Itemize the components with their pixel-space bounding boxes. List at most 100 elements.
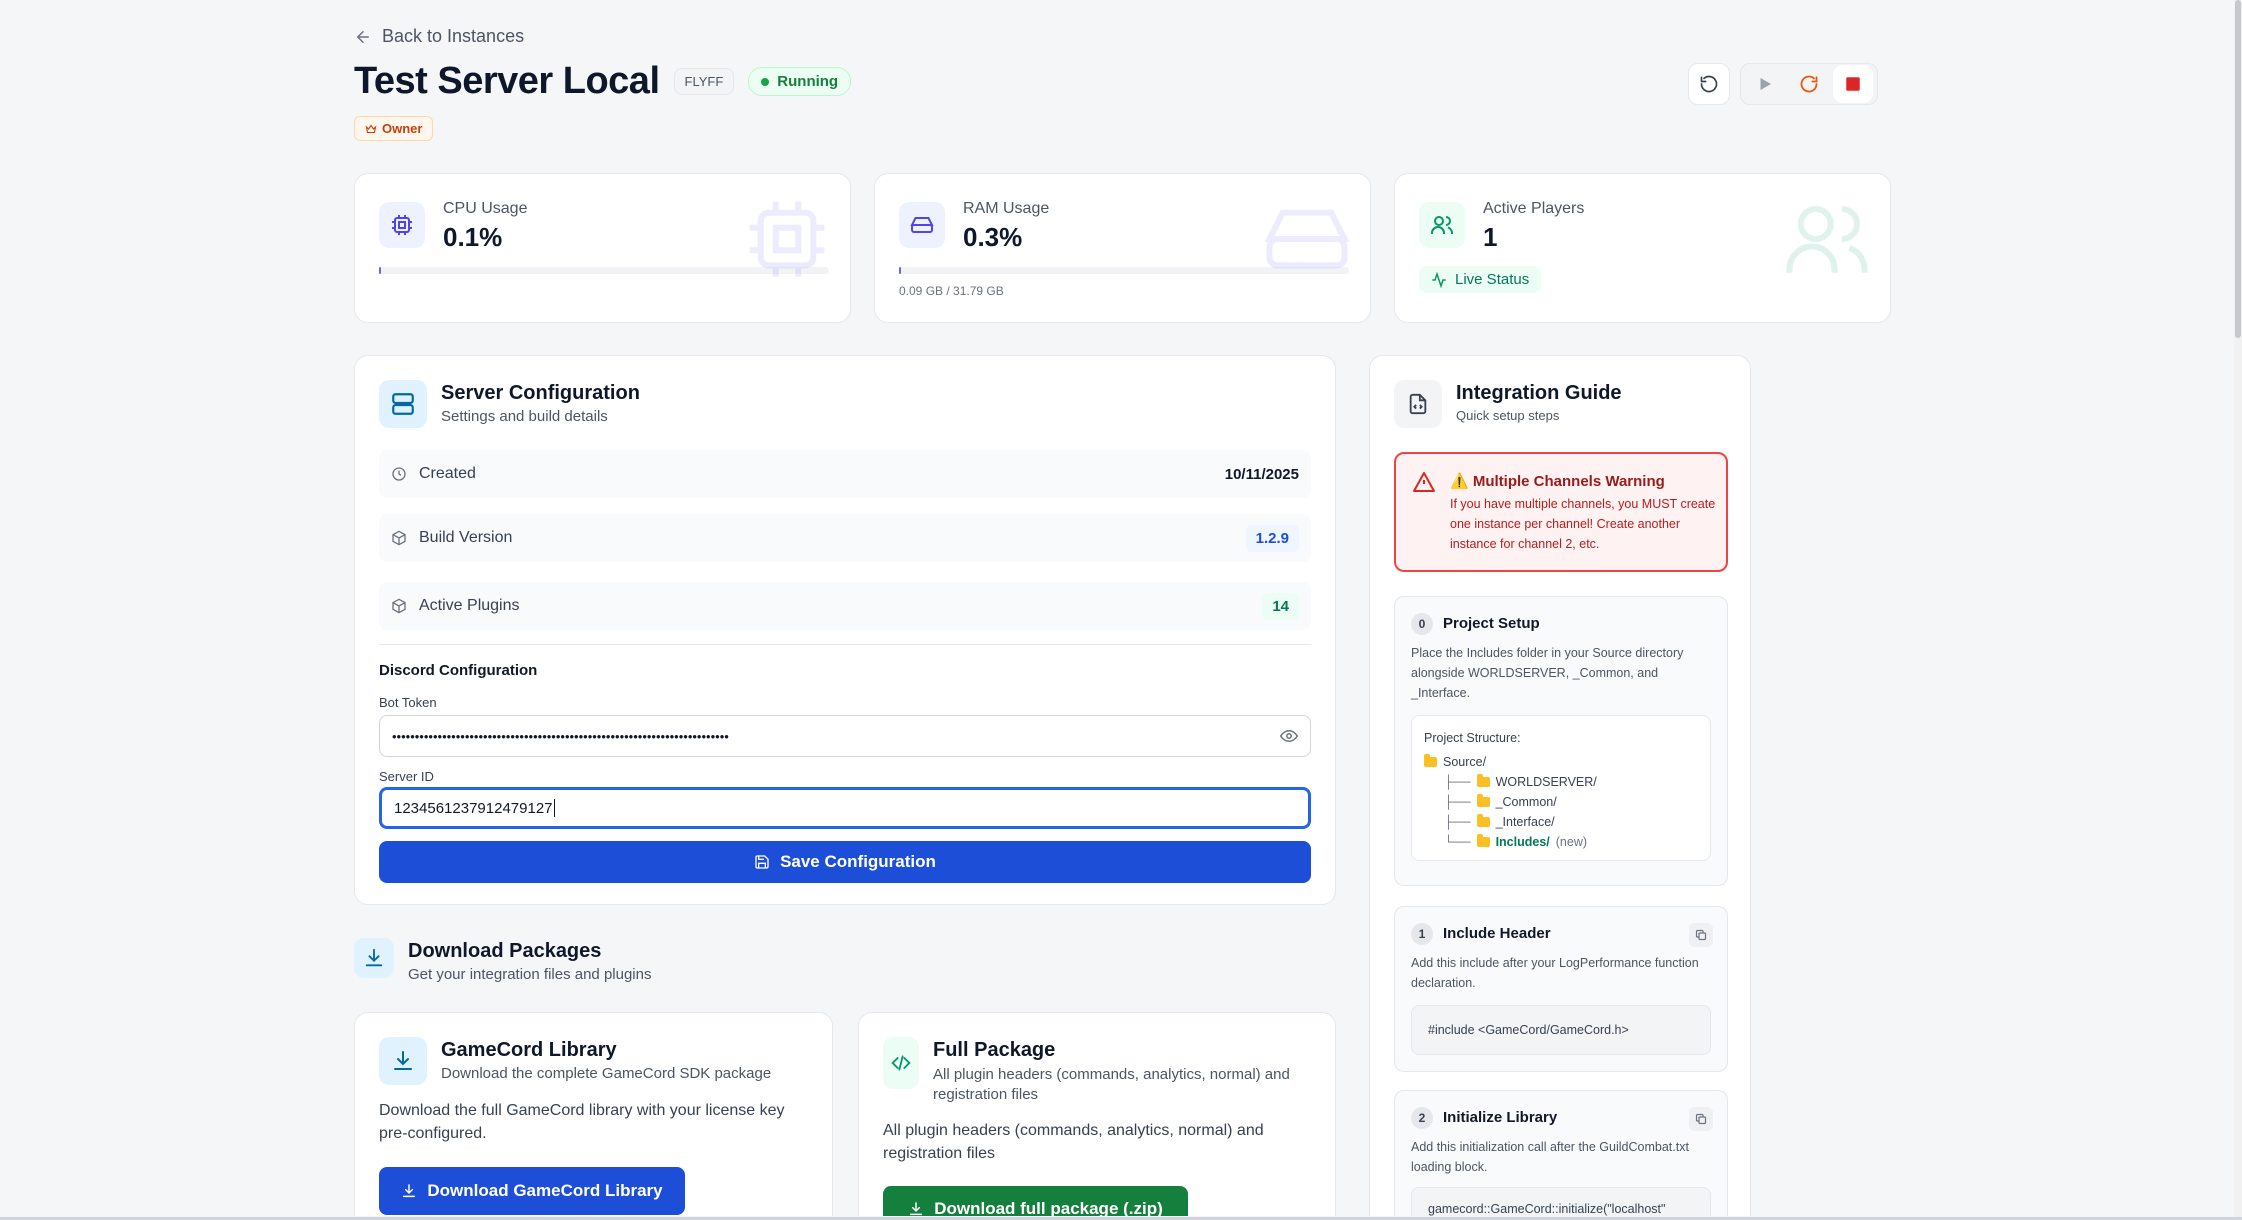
role-badge: Owner (354, 116, 434, 141)
warning-body: If you have multiple channels, you MUST … (1450, 497, 1716, 551)
refresh-button[interactable] (1688, 63, 1730, 105)
tree-item-label: _Interface/ (1495, 815, 1555, 829)
scrollbar-thumb[interactable] (2235, 0, 2241, 338)
copy-icon (1695, 1113, 1707, 1125)
save-configuration-label: Save Configuration (780, 852, 936, 871)
step-initialize-library: 2 Initialize Library Add this initializa… (1394, 1090, 1728, 1216)
ram-watermark-icon (1264, 209, 1350, 269)
multiple-channels-warning: ⚠️ Multiple Channels Warning If you have… (1394, 452, 1728, 572)
build-version-row: Build Version 1.2.9 (379, 514, 1311, 562)
save-configuration-button[interactable]: Save Configuration (379, 841, 1311, 883)
rotate-cw-icon (1800, 75, 1818, 93)
role-label: Owner (382, 121, 423, 136)
instance-page: Back to Instances Test Server Local FLYF… (354, 0, 1892, 1216)
step-description: Place the Includes folder in your Source… (1411, 646, 1684, 700)
power-controls (1740, 63, 1878, 105)
step-number: 2 (1411, 1107, 1433, 1129)
full-package-title: Full Package (933, 1039, 1056, 1061)
copy-button[interactable] (1689, 923, 1713, 947)
server-id-field[interactable]: 1234561237912479127 (379, 787, 1311, 829)
copy-icon (1695, 929, 1707, 941)
tree-root-label: Source/ (1443, 755, 1487, 769)
ram-value: 0.3% (963, 222, 1023, 252)
tree-branch-glyph: ├── (1444, 815, 1471, 829)
config-divider (379, 644, 1311, 645)
arrow-left-icon (356, 30, 369, 43)
back-link[interactable]: Back to Instances (354, 26, 524, 47)
library-card: GameCord Library Download the complete G… (354, 1012, 833, 1216)
project-structure-tree: Project Structure: Source/ ├── WORLDSERVE… (1411, 715, 1711, 861)
tree-item-label: WORLDSERVER/ (1495, 775, 1597, 789)
stop-button[interactable] (1833, 65, 1873, 103)
tree-item: ├── WORLDSERVER/ (1424, 772, 1698, 792)
play-icon (1760, 78, 1771, 90)
file-code-icon (1394, 380, 1442, 428)
title-row: Test Server Local FLYFF Running (354, 60, 852, 103)
created-value: 10/11/2025 (1224, 465, 1299, 483)
bot-token-field[interactable]: ••••••••••••••••••••••••••••••••••••••••… (379, 715, 1311, 757)
hard-drive-icon (899, 202, 945, 248)
library-subtitle: Download the complete GameCord SDK packa… (441, 1065, 772, 1082)
download-full-package-label: Download full package (.zip) (934, 1199, 1163, 1216)
eye-icon[interactable] (1280, 727, 1298, 745)
warning-title: ⚠️ Multiple Channels Warning (1450, 473, 1665, 490)
folder-icon (1476, 834, 1490, 847)
created-label: Created (419, 465, 476, 482)
download-library-label: Download GameCord Library (427, 1181, 663, 1200)
full-package-subtitle: All plugin headers (commands, analytics,… (933, 1066, 1290, 1103)
stop-icon (1846, 77, 1860, 91)
downloads-title: Download Packages (408, 940, 602, 962)
guide-title: Integration Guide (1456, 382, 1622, 404)
tree-item: ├── _Common/ (1424, 792, 1698, 812)
page-scrollbar[interactable] (2234, 0, 2242, 1218)
full-package-description: All plugin headers (commands, analytics,… (883, 1122, 1264, 1162)
live-status-label: Live Status (1455, 271, 1530, 288)
bot-token-value: ••••••••••••••••••••••••••••••••••••••••… (392, 728, 729, 744)
step-project-setup: 0 Project Setup Place the Includes folde… (1394, 596, 1728, 886)
clock-icon (392, 467, 406, 481)
step-description: Add this include after your LogPerforman… (1411, 956, 1699, 990)
download-icon (403, 1184, 416, 1198)
build-version-value: 1.2.9 (1245, 524, 1299, 552)
back-link-label: Back to Instances (382, 26, 525, 46)
tree-item-label: Includes/ (1495, 835, 1550, 849)
download-icon (379, 1037, 427, 1085)
server-icon (379, 380, 427, 428)
code-icon (883, 1037, 919, 1089)
alert-triangle-icon (1413, 472, 1435, 492)
folder-icon (1476, 814, 1490, 827)
server-config-subtitle: Settings and build details (441, 408, 608, 425)
players-watermark-icon (1786, 206, 1868, 273)
library-header: GameCord Library Download the complete G… (379, 1037, 771, 1085)
code-text: gamecord::GameCord::initialize("localhos… (1428, 1202, 1666, 1216)
tree-item: └── Includes/ (new) (1424, 832, 1698, 852)
step-include-header: 1 Include Header Add this include after … (1394, 906, 1728, 1072)
download-library-button[interactable]: Download GameCord Library (379, 1167, 685, 1215)
start-button[interactable] (1745, 65, 1785, 103)
init-code-block: gamecord::GameCord::initialize("localhos… (1411, 1187, 1711, 1216)
copy-button[interactable] (1689, 1107, 1713, 1131)
rotate-ccw-icon (1700, 75, 1718, 93)
status-badge: Running (748, 67, 852, 96)
bot-token-label: Bot Token (379, 695, 437, 710)
players-card: Active Players 1 Live Status (1394, 173, 1891, 323)
download-icon (910, 1202, 923, 1216)
step-title: Include Header (1443, 925, 1551, 942)
restart-button[interactable] (1789, 65, 1829, 103)
server-config-card: Server Configuration Settings and build … (354, 355, 1336, 905)
structure-label: Project Structure: (1424, 731, 1521, 745)
library-description: Download the full GameCord library with … (379, 1102, 785, 1142)
step-description: Add this initialization call after the G… (1411, 1140, 1689, 1174)
ram-label: RAM Usage (963, 200, 1050, 217)
downloads-subtitle: Get your integration files and plugins (408, 966, 652, 983)
crown-icon (365, 124, 377, 133)
active-plugins-row: Active Plugins 14 (379, 582, 1311, 630)
folder-icon (1424, 754, 1437, 767)
tree-branch-glyph: ├── (1444, 795, 1471, 809)
players-value: 1 (1483, 222, 1498, 252)
server-config-title: Server Configuration (441, 382, 640, 404)
ram-detail: 0.09 GB / 31.79 GB (899, 284, 1004, 298)
full-package-card: Full Package All plugin headers (command… (858, 1012, 1336, 1216)
server-id-value: 1234561237912479127 (394, 799, 553, 817)
download-full-package-button[interactable]: Download full package (.zip) (883, 1186, 1188, 1216)
